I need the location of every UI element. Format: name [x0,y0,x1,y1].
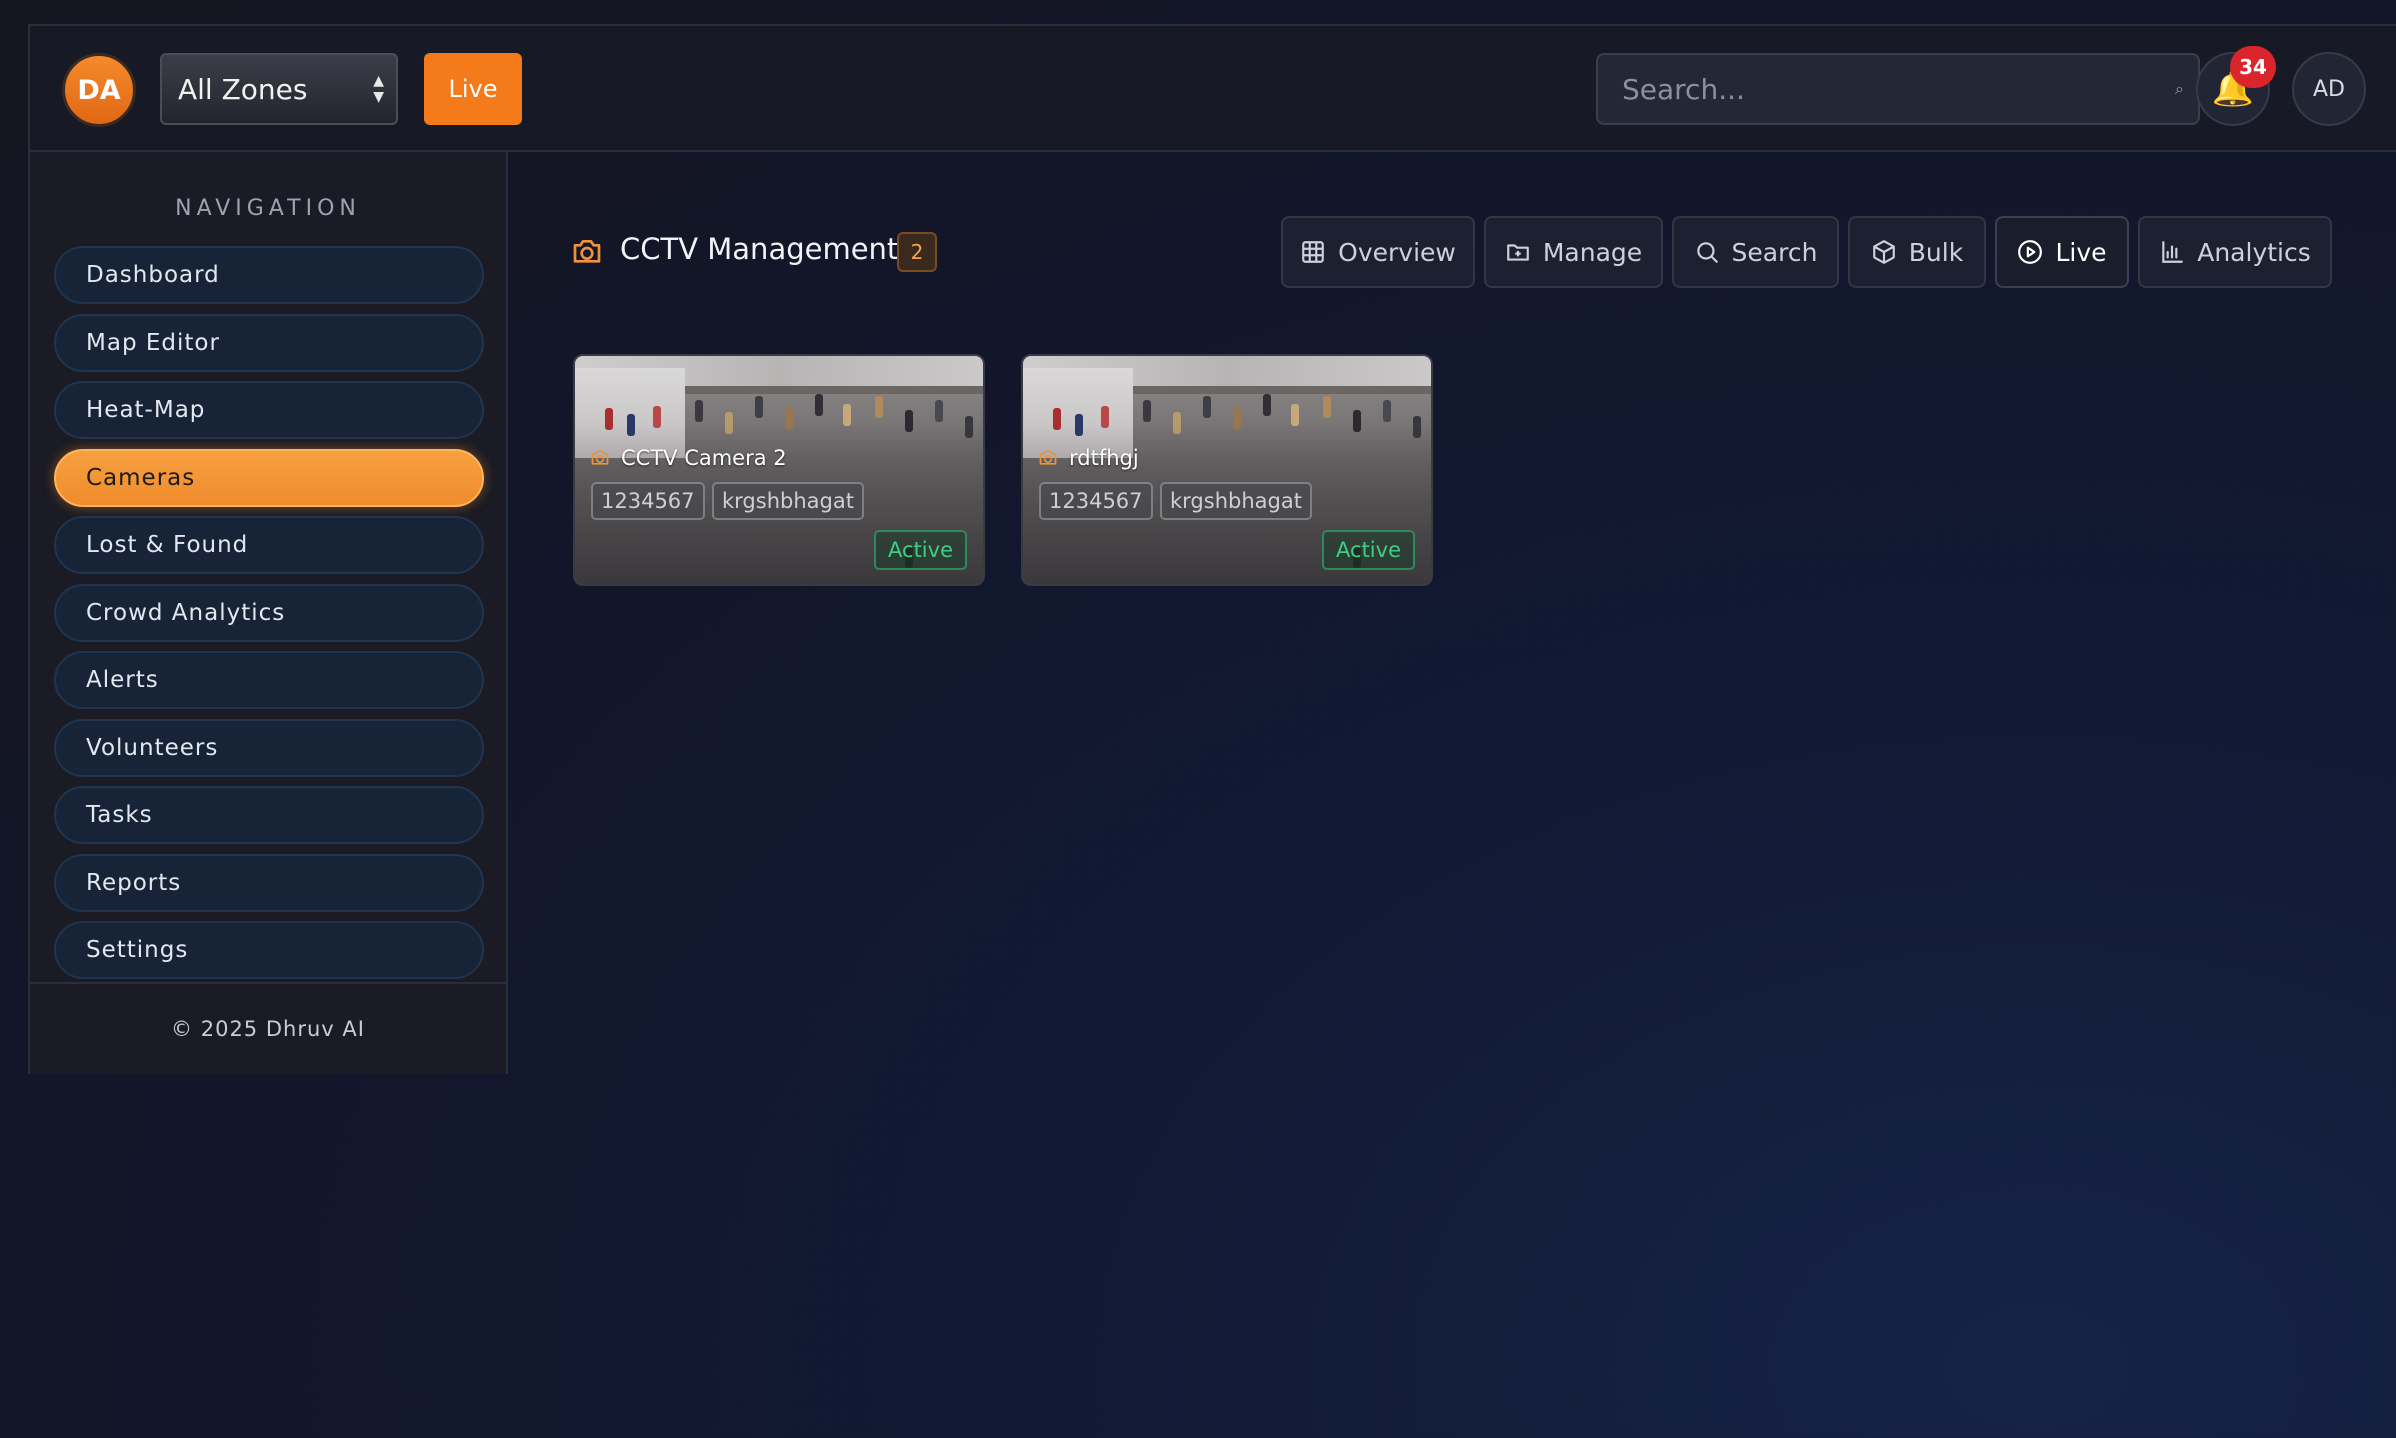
user-initials: AD [2313,76,2345,102]
camera-count-badge: 2 [897,232,937,272]
zone-select-value: All Zones [178,72,308,106]
sidebar-item-label: Settings [86,937,189,963]
tab-label: Manage [1542,237,1643,267]
brand-initials: DA [77,74,121,106]
sidebar-item-heat-map[interactable]: Heat-Map [54,381,484,439]
search-box[interactable]: ⌕ [1596,53,2200,125]
search-icon[interactable]: ⌕ [2175,79,2184,99]
sidebar-item-label: Heat-Map [86,397,206,423]
tab-label: Overview [1338,237,1456,267]
status-badge: Active [1322,530,1415,570]
sidebar-item-label: Crowd Analytics [86,600,286,626]
tab-label: Live [2055,237,2107,267]
camera-card[interactable]: rdtfhgj 1234567 krgshbhagat Active [1021,354,1433,586]
camera-name: CCTV Camera 2 [589,446,787,470]
live-button-label: Live [448,75,498,103]
sidebar: NAVIGATION Dashboard Map Editor Heat-Map… [28,152,508,1074]
camera-icon [573,240,601,263]
tab-live[interactable]: Live [1995,216,2129,288]
camera-name-label: rdtfhgj [1069,446,1139,470]
search-input[interactable] [1622,72,2142,106]
search-icon [1696,242,1718,263]
brand-avatar[interactable]: DA [62,53,136,127]
box-icon [1872,240,1895,264]
select-arrows-icon: ▲ ▼ [373,73,384,105]
tab-label: Analytics [2197,237,2311,267]
notification-count-badge: 34 [2230,46,2276,88]
camera-icon [1039,450,1057,465]
sidebar-item-map-editor[interactable]: Map Editor [54,314,484,372]
tab-bulk[interactable]: Bulk [1848,216,1986,288]
folder-plus-icon [1507,244,1529,261]
sidebar-title: NAVIGATION [175,196,361,221]
sidebar-item-cameras[interactable]: Cameras [54,449,484,507]
user-avatar[interactable]: AD [2292,52,2366,126]
sidebar-item-label: Tasks [86,802,153,828]
camera-card[interactable]: CCTV Camera 2 1234567 krgshbhagat Active [573,354,985,586]
camera-tag: krgshbhagat [1160,482,1312,520]
sidebar-footer: © 2025 Dhruv AI [30,982,506,1074]
tab-label: Bulk [1908,237,1964,267]
sidebar-item-alerts[interactable]: Alerts [54,651,484,709]
sidebar-item-label: Dashboard [86,262,220,288]
sidebar-item-settings[interactable]: Settings [54,921,484,979]
camera-name-label: CCTV Camera 2 [621,446,787,470]
camera-tag: 1234567 [1039,482,1153,520]
tab-label: Search [1731,237,1818,267]
zone-select[interactable]: All Zones ▲ ▼ [160,53,398,125]
sidebar-item-crowd-analytics[interactable]: Crowd Analytics [54,584,484,642]
bar-chart-icon [2162,241,2184,263]
tab-search[interactable]: Search [1672,216,1839,288]
sidebar-item-lost-and-found[interactable]: Lost & Found [54,516,484,574]
sidebar-item-volunteers[interactable]: Volunteers [54,719,484,777]
sidebar-item-label: Lost & Found [86,532,249,558]
sidebar-item-label: Cameras [86,465,196,491]
camera-icon [591,450,609,465]
play-circle-icon [2018,240,2043,264]
grid-icon [1302,241,1324,263]
sidebar-item-label: Alerts [86,667,159,693]
notification-count: 34 [2239,55,2267,79]
page-title: CCTV Management [620,232,899,266]
sidebar-item-label: Volunteers [86,735,219,761]
status-badge: Active [874,530,967,570]
sidebar-item-label: Map Editor [86,330,220,356]
sidebar-item-dashboard[interactable]: Dashboard [54,246,484,304]
camera-tag: krgshbhagat [712,482,864,520]
sidebar-item-label: Reports [86,870,182,896]
top-bar: DA All Zones ▲▼ Live ⌕ 🔔 34 AD [28,24,2396,152]
tab-analytics[interactable]: Analytics [2138,216,2332,288]
tab-overview[interactable]: Overview [1281,216,1475,288]
camera-count: 2 [910,240,924,264]
tab-manage[interactable]: Manage [1484,216,1663,288]
sidebar-item-tasks[interactable]: Tasks [54,786,484,844]
camera-name: rdtfhgj [1037,446,1139,470]
live-button[interactable]: Live [424,53,522,125]
camera-tag: 1234567 [591,482,705,520]
sidebar-item-reports[interactable]: Reports [54,854,484,912]
